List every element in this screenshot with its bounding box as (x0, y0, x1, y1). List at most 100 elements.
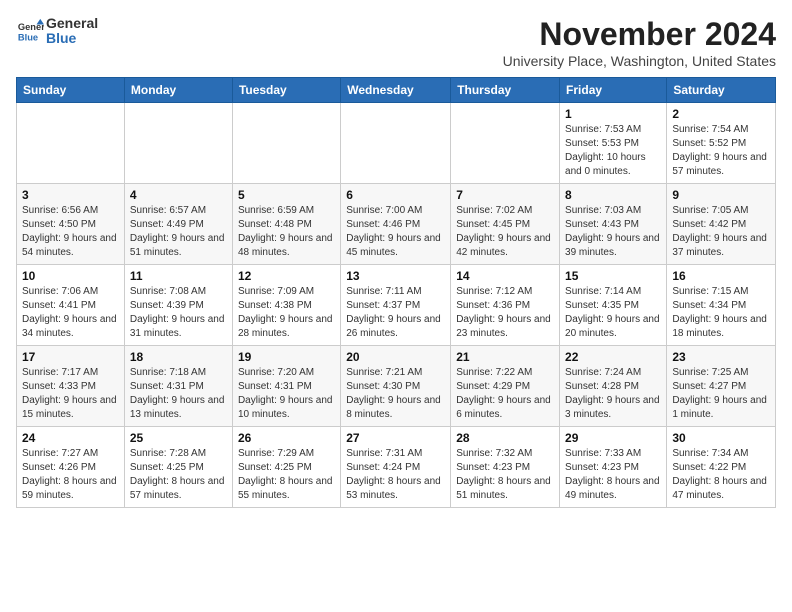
day-detail: Sunrise: 7:06 AM Sunset: 4:41 PM Dayligh… (22, 285, 119, 341)
day-detail: Sunrise: 7:02 AM Sunset: 4:45 PM Dayligh… (456, 204, 554, 260)
day-of-week-header: Tuesday (232, 78, 340, 103)
calendar-day-cell: 27Sunrise: 7:31 AM Sunset: 4:24 PM Dayli… (341, 427, 451, 508)
calendar-day-cell: 1 Sunrise: 7:53 AM Sunset: 5:53 PM Daylig… (560, 103, 667, 184)
calendar-day-cell: 30 Sunrise: 7:34 AM Sunset: 4:22 PM Dayli… (667, 427, 776, 508)
day-of-week-header: Saturday (667, 78, 776, 103)
day-number: 22 (565, 350, 661, 364)
day-detail: Sunrise: 7:03 AM Sunset: 4:43 PM Dayligh… (565, 204, 661, 260)
calendar-week-row: 1 Sunrise: 7:53 AM Sunset: 5:53 PM Daylig… (17, 103, 776, 184)
day-detail: Sunrise: 7:11 AM Sunset: 4:37 PM Dayligh… (346, 285, 445, 341)
day-number: 2 (672, 107, 770, 121)
day-number: 10 (22, 269, 119, 283)
calendar-day-cell: 13 Sunrise: 7:11 AM Sunset: 4:37 PM Dayli… (341, 265, 451, 346)
calendar-day-cell: 5 Sunrise: 6:59 AM Sunset: 4:48 PM Daylig… (232, 184, 340, 265)
header: General Blue General Blue November 2024 … (16, 16, 776, 69)
day-number: 4 (130, 188, 227, 202)
day-number: 12 (238, 269, 335, 283)
subtitle: University Place, Washington, United Sta… (503, 53, 776, 69)
calendar-day-cell: 25Sunrise: 7:28 AM Sunset: 4:25 PM Dayli… (124, 427, 232, 508)
day-detail: Sunrise: 7:34 AM Sunset: 4:22 PM Dayligh… (672, 447, 770, 503)
day-detail: Sunrise: 7:17 AM Sunset: 4:33 PM Dayligh… (22, 366, 119, 422)
calendar-day-cell: 24 Sunrise: 7:27 AM Sunset: 4:26 PM Dayli… (17, 427, 125, 508)
logo-blue-text: Blue (46, 31, 98, 46)
calendar-day-cell: 10 Sunrise: 7:06 AM Sunset: 4:41 PM Dayli… (17, 265, 125, 346)
logo-general-text: General (46, 16, 98, 31)
day-number: 19 (238, 350, 335, 364)
day-number: 11 (130, 269, 227, 283)
day-number: 15 (565, 269, 661, 283)
day-number: 14 (456, 269, 554, 283)
calendar-day-cell: 6 Sunrise: 7:00 AM Sunset: 4:46 PM Daylig… (341, 184, 451, 265)
calendar-day-cell: 19 Sunrise: 7:20 AM Sunset: 4:31 PM Dayli… (232, 346, 340, 427)
day-detail: Sunrise: 7:15 AM Sunset: 4:34 PM Dayligh… (672, 285, 770, 341)
day-number: 5 (238, 188, 335, 202)
day-detail: Sunrise: 7:20 AM Sunset: 4:31 PM Dayligh… (238, 366, 335, 422)
day-number: 6 (346, 188, 445, 202)
day-detail: Sunrise: 7:53 AM Sunset: 5:53 PM Dayligh… (565, 123, 661, 179)
day-number: 9 (672, 188, 770, 202)
day-detail: Sunrise: 7:09 AM Sunset: 4:38 PM Dayligh… (238, 285, 335, 341)
calendar-day-cell: 3 Sunrise: 6:56 AM Sunset: 4:50 PM Daylig… (17, 184, 125, 265)
calendar-day-cell (451, 103, 560, 184)
day-number: 3 (22, 188, 119, 202)
calendar-day-cell (124, 103, 232, 184)
calendar-header-row: SundayMondayTuesdayWednesdayThursdayFrid… (17, 78, 776, 103)
day-detail: Sunrise: 6:56 AM Sunset: 4:50 PM Dayligh… (22, 204, 119, 260)
calendar-day-cell: 17Sunrise: 7:17 AM Sunset: 4:33 PM Dayli… (17, 346, 125, 427)
logo-icon: General Blue (16, 17, 44, 45)
day-detail: Sunrise: 6:59 AM Sunset: 4:48 PM Dayligh… (238, 204, 335, 260)
day-detail: Sunrise: 7:00 AM Sunset: 4:46 PM Dayligh… (346, 204, 445, 260)
day-number: 29 (565, 431, 661, 445)
title-area: November 2024 University Place, Washingt… (503, 16, 776, 69)
day-detail: Sunrise: 7:22 AM Sunset: 4:29 PM Dayligh… (456, 366, 554, 422)
day-number: 26 (238, 431, 335, 445)
day-number: 16 (672, 269, 770, 283)
day-number: 1 (565, 107, 661, 121)
day-of-week-header: Thursday (451, 78, 560, 103)
day-number: 8 (565, 188, 661, 202)
calendar-week-row: 17Sunrise: 7:17 AM Sunset: 4:33 PM Dayli… (17, 346, 776, 427)
day-number: 18 (130, 350, 227, 364)
day-detail: Sunrise: 7:21 AM Sunset: 4:30 PM Dayligh… (346, 366, 445, 422)
svg-text:Blue: Blue (18, 33, 38, 43)
calendar-week-row: 24 Sunrise: 7:27 AM Sunset: 4:26 PM Dayli… (17, 427, 776, 508)
day-detail: Sunrise: 7:32 AM Sunset: 4:23 PM Dayligh… (456, 447, 554, 503)
day-detail: Sunrise: 7:27 AM Sunset: 4:26 PM Dayligh… (22, 447, 119, 503)
day-detail: Sunrise: 7:05 AM Sunset: 4:42 PM Dayligh… (672, 204, 770, 260)
calendar-day-cell (232, 103, 340, 184)
calendar-day-cell: 29Sunrise: 7:33 AM Sunset: 4:23 PM Dayli… (560, 427, 667, 508)
day-number: 24 (22, 431, 119, 445)
logo: General Blue General Blue (16, 16, 98, 47)
calendar-week-row: 3 Sunrise: 6:56 AM Sunset: 4:50 PM Daylig… (17, 184, 776, 265)
day-detail: Sunrise: 7:54 AM Sunset: 5:52 PM Dayligh… (672, 123, 770, 179)
day-number: 25 (130, 431, 227, 445)
day-detail: Sunrise: 7:18 AM Sunset: 4:31 PM Dayligh… (130, 366, 227, 422)
day-detail: Sunrise: 7:31 AM Sunset: 4:24 PM Dayligh… (346, 447, 445, 503)
day-number: 13 (346, 269, 445, 283)
day-number: 7 (456, 188, 554, 202)
calendar-day-cell (341, 103, 451, 184)
calendar: SundayMondayTuesdayWednesdayThursdayFrid… (16, 77, 776, 508)
day-detail: Sunrise: 6:57 AM Sunset: 4:49 PM Dayligh… (130, 204, 227, 260)
calendar-day-cell: 18 Sunrise: 7:18 AM Sunset: 4:31 PM Dayli… (124, 346, 232, 427)
day-of-week-header: Friday (560, 78, 667, 103)
calendar-day-cell: 22Sunrise: 7:24 AM Sunset: 4:28 PM Dayli… (560, 346, 667, 427)
calendar-week-row: 10 Sunrise: 7:06 AM Sunset: 4:41 PM Dayli… (17, 265, 776, 346)
calendar-day-cell: 28 Sunrise: 7:32 AM Sunset: 4:23 PM Dayli… (451, 427, 560, 508)
day-number: 30 (672, 431, 770, 445)
calendar-day-cell: 26Sunrise: 7:29 AM Sunset: 4:25 PM Dayli… (232, 427, 340, 508)
day-number: 23 (672, 350, 770, 364)
calendar-day-cell: 8 Sunrise: 7:03 AM Sunset: 4:43 PM Daylig… (560, 184, 667, 265)
calendar-day-cell: 23Sunrise: 7:25 AM Sunset: 4:27 PM Dayli… (667, 346, 776, 427)
day-of-week-header: Wednesday (341, 78, 451, 103)
calendar-day-cell: 4 Sunrise: 6:57 AM Sunset: 4:49 PM Daylig… (124, 184, 232, 265)
day-detail: Sunrise: 7:12 AM Sunset: 4:36 PM Dayligh… (456, 285, 554, 341)
calendar-day-cell: 14 Sunrise: 7:12 AM Sunset: 4:36 PM Dayli… (451, 265, 560, 346)
day-number: 21 (456, 350, 554, 364)
calendar-day-cell: 16 Sunrise: 7:15 AM Sunset: 4:34 PM Dayli… (667, 265, 776, 346)
main-title: November 2024 (503, 16, 776, 53)
day-detail: Sunrise: 7:14 AM Sunset: 4:35 PM Dayligh… (565, 285, 661, 341)
day-number: 28 (456, 431, 554, 445)
calendar-day-cell: 21 Sunrise: 7:22 AM Sunset: 4:29 PM Dayli… (451, 346, 560, 427)
calendar-day-cell: 7 Sunrise: 7:02 AM Sunset: 4:45 PM Daylig… (451, 184, 560, 265)
